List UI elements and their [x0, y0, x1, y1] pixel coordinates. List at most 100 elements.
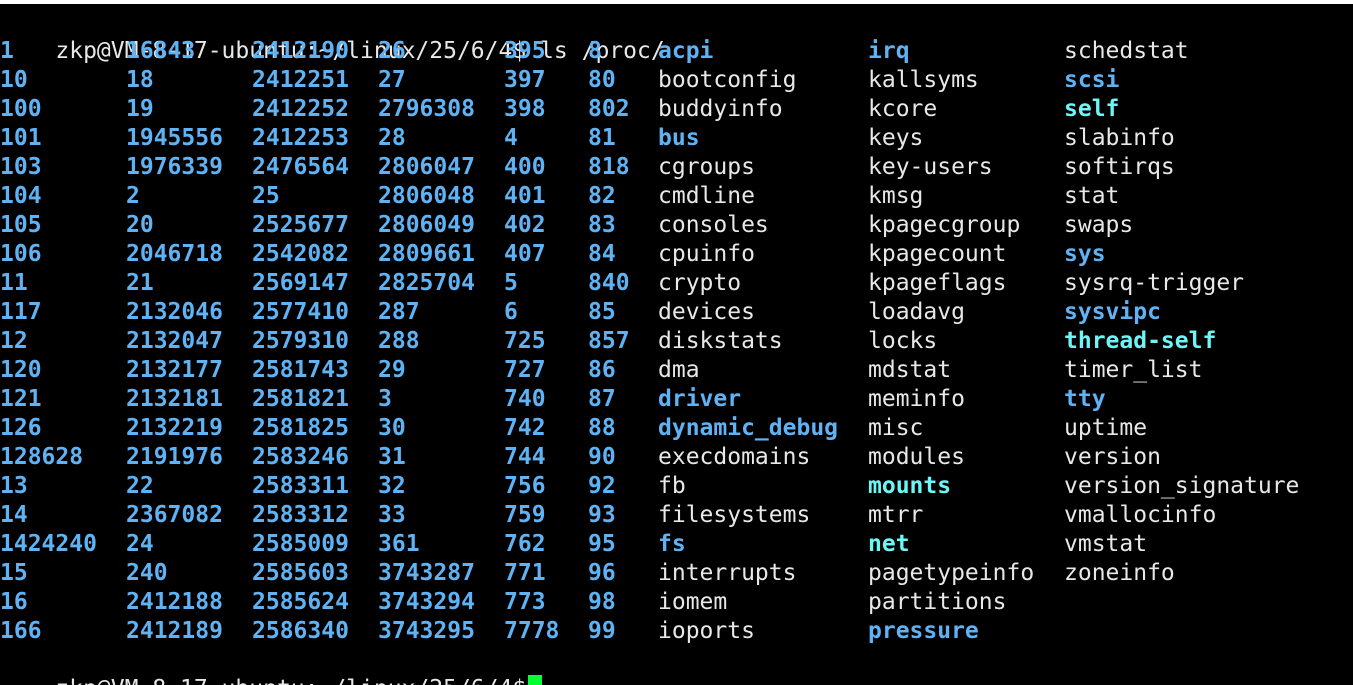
- proc-entry-file: swaps: [1064, 212, 1134, 238]
- proc-entry-dir: 15: [0, 560, 28, 586]
- proc-entry-dir: dynamic_debug: [658, 415, 839, 441]
- proc-entry-dir: 21: [126, 270, 154, 296]
- proc-entry-file: misc: [868, 415, 924, 441]
- proc-entry-dir: 3743287: [378, 560, 475, 586]
- proc-entry-dir: 105: [0, 212, 42, 238]
- proc-entry-dir: 22: [126, 473, 154, 499]
- terminal-window[interactable]: zkp@VM-8-17-ubuntu:~/linux/25/6/4$ ls /p…: [0, 0, 1353, 685]
- text-cursor: [528, 675, 543, 685]
- proc-entry-dir: 92: [588, 473, 616, 499]
- proc-entry-dir: 2825704: [378, 270, 475, 296]
- proc-entry-dir: 103: [0, 154, 42, 180]
- proc-entry-file: zoneinfo: [1064, 560, 1175, 586]
- proc-entry-dir: 287: [378, 299, 420, 325]
- proc-entry-file: diskstats: [658, 328, 783, 354]
- proc-entry-file: mdstat: [868, 357, 952, 383]
- proc-entry-file: loadavg: [868, 299, 965, 325]
- proc-entry-dir: 3: [378, 386, 392, 412]
- proc-entry-file: buddyinfo: [658, 96, 783, 122]
- proc-entry-dir: sysvipc: [1064, 299, 1161, 325]
- proc-entry-dir: 398: [504, 96, 546, 122]
- proc-entry-file: kpagecgroup: [868, 212, 1021, 238]
- proc-entry-dir: 2579310: [252, 328, 349, 354]
- proc-entry-file: kpageflags: [868, 270, 1007, 296]
- proc-entry-dir: 98: [588, 589, 616, 615]
- proc-entry-dir: 24: [126, 531, 154, 557]
- proc-entry-dir: 87: [588, 386, 616, 412]
- proc-entry-dir: 16: [0, 589, 28, 615]
- proc-entry-dir: 90: [588, 444, 616, 470]
- proc-entry-dir: 2132177: [126, 357, 223, 383]
- proc-entry-file: dma: [658, 357, 700, 383]
- proc-entry-dir: 2132046: [126, 299, 223, 325]
- proc-entry-dir: 818: [588, 154, 630, 180]
- proc-entry-dir: 2412252: [252, 96, 349, 122]
- proc-entry-dir: sys: [1064, 241, 1106, 267]
- proc-entry-dir: 773: [504, 589, 546, 615]
- proc-entry-link: mounts: [868, 473, 952, 499]
- proc-entry-dir: 2132181: [126, 386, 223, 412]
- proc-entry-dir: 1424240: [0, 531, 97, 557]
- proc-entry-dir: 18: [126, 67, 154, 93]
- proc-entry-dir: 744: [504, 444, 546, 470]
- proc-entry-dir: 10: [0, 67, 28, 93]
- proc-entry-dir: 2806047: [378, 154, 475, 180]
- proc-entry-file: kcore: [868, 96, 938, 122]
- proc-entry-file: kmsg: [868, 183, 924, 209]
- proc-entry-dir: 2476564: [252, 154, 349, 180]
- proc-entry-dir: 2583312: [252, 502, 349, 528]
- command-line: zkp@VM-8-17-ubuntu:~/linux/25/6/4$ ls /p…: [0, 8, 664, 64]
- proc-entry-dir: 2796308: [378, 96, 475, 122]
- proc-entry-file: mtrr: [868, 502, 924, 528]
- proc-entry-dir: 6: [504, 299, 518, 325]
- proc-entry-file: cmdline: [658, 183, 755, 209]
- proc-entry-dir: 2809661: [378, 241, 475, 267]
- proc-entry-dir: 28: [378, 125, 406, 151]
- proc-entry-dir: scsi: [1064, 67, 1120, 93]
- shell-prompt: zkp@VM-8-17-ubuntu:~/linux/25/6/4$: [55, 676, 526, 685]
- proc-entry-file: consoles: [658, 212, 769, 238]
- proc-entry-dir: 1945556: [126, 125, 223, 151]
- proc-entry-dir: 2581743: [252, 357, 349, 383]
- proc-entry-file: pagetypeinfo: [868, 560, 1035, 586]
- proc-entry-dir: 11: [0, 270, 28, 296]
- proc-entry-dir: 2806048: [378, 183, 475, 209]
- proc-entry-file: softirqs: [1064, 154, 1175, 180]
- proc-entry-link: net: [868, 531, 910, 557]
- proc-entry-dir: 20: [126, 212, 154, 238]
- proc-entry-dir: 2585603: [252, 560, 349, 586]
- proc-entry-dir: pressure: [868, 618, 979, 644]
- proc-entry-dir: 727: [504, 357, 546, 383]
- proc-entry-link: thread-self: [1064, 328, 1217, 354]
- proc-entry-file: cgroups: [658, 154, 755, 180]
- proc-entry-file: version: [1064, 444, 1161, 470]
- proc-entry-file: bootconfig: [658, 67, 797, 93]
- proc-entry-dir: 3743294: [378, 589, 475, 615]
- proc-entry-dir: 857: [588, 328, 630, 354]
- proc-entry-dir: 83: [588, 212, 616, 238]
- proc-entry-dir: 82: [588, 183, 616, 209]
- proc-entry-dir: 2412188: [126, 589, 223, 615]
- proc-entry-file: kpagecount: [868, 241, 1007, 267]
- proc-entry-dir: 725: [504, 328, 546, 354]
- proc-entry-dir: 121: [0, 386, 42, 412]
- proc-entry-dir: 86: [588, 357, 616, 383]
- proc-entry-dir: 2132219: [126, 415, 223, 441]
- final-prompt-line[interactable]: zkp@VM-8-17-ubuntu:~/linux/25/6/4$: [0, 646, 543, 685]
- proc-entry-file: uptime: [1064, 415, 1148, 441]
- proc-entry-dir: 93: [588, 502, 616, 528]
- proc-entry-dir: 400: [504, 154, 546, 180]
- proc-entry-dir: 106: [0, 241, 42, 267]
- proc-entry-file: iomem: [658, 589, 728, 615]
- proc-entry-dir: 120: [0, 357, 42, 383]
- proc-entry-file: locks: [868, 328, 938, 354]
- proc-entry-dir: 104: [0, 183, 42, 209]
- proc-entry-dir: 2525677: [252, 212, 349, 238]
- proc-entry-dir: 8: [588, 38, 602, 64]
- proc-entry-dir: 2586340: [252, 618, 349, 644]
- proc-entry-file: sysrq-trigger: [1064, 270, 1245, 296]
- proc-entry-file: keys: [868, 125, 924, 151]
- proc-entry-file: slabinfo: [1064, 125, 1175, 151]
- proc-entry-dir: 7778: [504, 618, 560, 644]
- proc-entry-dir: 2577410: [252, 299, 349, 325]
